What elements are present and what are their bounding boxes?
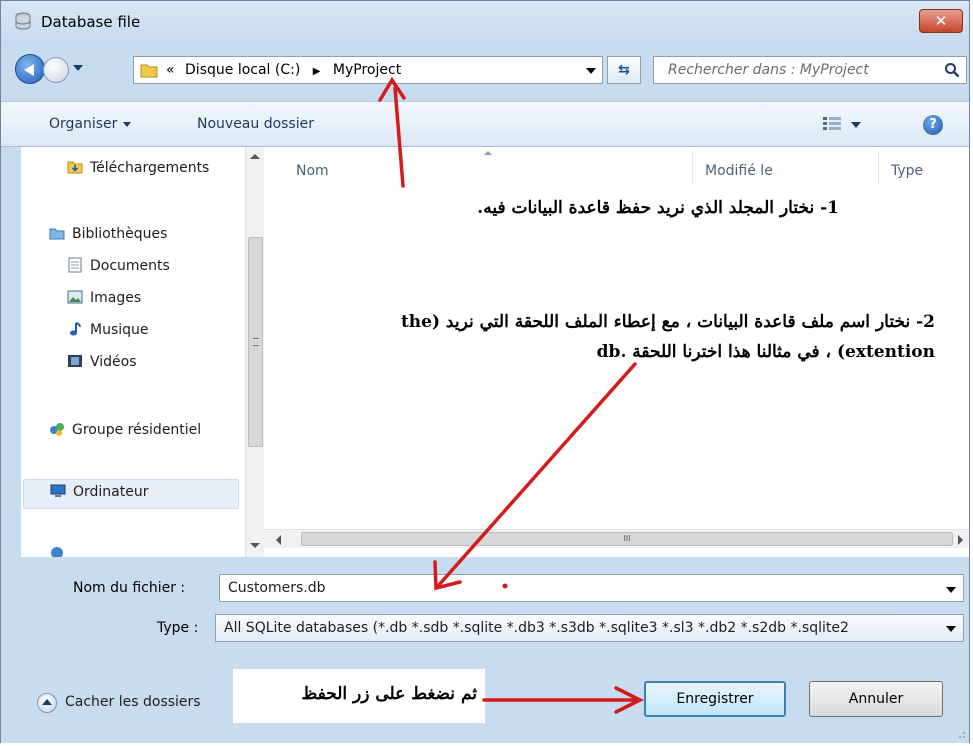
sidebar-item-label: Bibliothèques	[72, 226, 168, 242]
view-dropdown-icon[interactable]	[851, 122, 861, 128]
computer-icon	[50, 484, 66, 497]
column-divider[interactable]	[878, 151, 879, 185]
breadcrumb-item-drive[interactable]: Disque local (C:)	[185, 62, 300, 78]
dialog-footer: Cacher les dossiers ثم نضغط على زر الحفظ…	[1, 657, 969, 743]
filename-label: Nom du fichier :	[73, 580, 186, 596]
column-header-modified[interactable]: Modifié le	[705, 163, 773, 179]
documents-icon	[68, 257, 82, 273]
title-bar[interactable]: Database file ✕	[1, 1, 969, 47]
breadcrumb-prefix[interactable]: «	[166, 62, 175, 78]
filetype-dropdown-icon[interactable]	[946, 626, 956, 632]
sidebar-item-label: Ordinateur	[73, 484, 149, 500]
column-divider[interactable]	[692, 151, 693, 185]
filetype-label: Type :	[157, 620, 199, 636]
sidebar-item-label: Vidéos	[90, 354, 137, 370]
annotation-step1: 1- نختار المجلد الذي نريد حفظ قاعدة البي…	[389, 187, 851, 289]
filename-input[interactable]: Customers.db	[228, 580, 326, 596]
sidebar-item-music[interactable]: Musique	[67, 321, 149, 345]
search-box[interactable]: Rechercher dans : MyProject	[653, 56, 967, 84]
command-bar: Organiser Nouveau dossier ?	[1, 101, 969, 147]
column-header-type[interactable]: Type	[891, 163, 923, 179]
sidebar-item-images[interactable]: Images	[67, 289, 141, 313]
sidebar-item-label: Images	[90, 290, 142, 306]
annotation-step3: ثم نضغط على زر الحفظ	[233, 669, 485, 723]
folder-icon	[140, 64, 158, 78]
images-icon	[67, 290, 83, 304]
filename-dropdown-icon[interactable]	[946, 587, 956, 593]
scroll-right-icon[interactable]	[958, 535, 963, 545]
sidebar-item-label: Groupe résidentiel	[72, 422, 202, 438]
scrollbar-thumb[interactable]	[248, 237, 263, 447]
save-button[interactable]: Enregistrer	[644, 681, 786, 717]
music-icon	[70, 322, 81, 336]
nav-pane-scrollbar[interactable]	[245, 147, 264, 557]
column-header-name[interactable]: Nom	[296, 163, 329, 179]
back-arrow-icon[interactable]	[15, 54, 45, 84]
sidebar-item-label: Documents	[90, 258, 170, 274]
videos-icon	[68, 355, 82, 367]
file-form: Nom du fichier : Customers.db Type : All…	[1, 557, 969, 657]
chevron-down-icon	[123, 121, 132, 127]
navigation-pane: Téléchargements Bibliothèques Documents …	[21, 147, 264, 557]
downloads-folder-icon	[67, 161, 83, 174]
scrollbar-thumb[interactable]: III	[301, 532, 953, 546]
address-bar[interactable]: « Disque local (C:) ▶ MyProject	[133, 56, 603, 84]
save-dialog-window: Database file ✕ « Disque local (C:) ▶ My…	[0, 0, 970, 743]
homegroup-icon	[50, 423, 64, 436]
breadcrumb-item-folder[interactable]: MyProject	[333, 62, 401, 78]
scroll-left-icon[interactable]	[276, 535, 281, 545]
resize-grip-icon[interactable]	[956, 729, 966, 739]
annotation-step2-text: 2- نختار اسم ملف قاعدة البيانات ، مع إعط…	[400, 312, 935, 362]
sidebar-item-network-partial[interactable]	[49, 545, 72, 557]
annotation-step3-text: ثم نضغط على زر الحفظ	[301, 684, 477, 704]
hide-folders-button[interactable]: Cacher les dossiers	[65, 694, 201, 710]
breadcrumb: « Disque local (C:) ▶ MyProject	[166, 62, 401, 78]
sidebar-item-label: Téléchargements	[90, 160, 210, 176]
cancel-button[interactable]: Annuler	[809, 681, 943, 717]
sidebar-item-computer[interactable]: Ordinateur	[23, 479, 239, 509]
new-folder-button[interactable]: Nouveau dossier	[197, 116, 314, 132]
filename-field[interactable]: Customers.db	[219, 574, 964, 602]
annotation-step2: 2- نختار اسم ملف قاعدة البيانات ، مع إعط…	[289, 297, 949, 415]
search-icon[interactable]	[944, 62, 960, 78]
sidebar-item-documents[interactable]: Documents	[67, 257, 170, 281]
sidebar-item-downloads[interactable]: Téléchargements	[67, 159, 209, 183]
sidebar-item-libraries[interactable]: Bibliothèques	[49, 225, 167, 249]
search-input[interactable]: Rechercher dans : MyProject	[668, 62, 869, 78]
filetype-select[interactable]: All SQLite databases (*.db *.sdb *.sqlit…	[215, 614, 964, 642]
network-icon	[51, 547, 63, 557]
libraries-icon	[49, 228, 65, 240]
database-icon	[15, 12, 31, 30]
recent-locations-dropdown-icon[interactable]	[73, 65, 83, 71]
navigation-bar: « Disque local (C:) ▶ MyProject ⇆ Recher…	[1, 47, 969, 101]
breadcrumb-separator-icon[interactable]: ▶	[313, 66, 321, 77]
sort-indicator-icon	[484, 151, 492, 155]
help-icon[interactable]: ?	[923, 115, 943, 135]
file-list-horizontal-scrollbar[interactable]: III	[264, 529, 969, 548]
sidebar-item-label: Musique	[90, 322, 149, 338]
organize-menu-button[interactable]: Organiser	[49, 116, 132, 132]
filetype-selected-value: All SQLite databases (*.db *.sdb *.sqlit…	[224, 620, 849, 636]
scroll-up-icon[interactable]	[250, 154, 260, 159]
organize-label: Organiser	[49, 116, 118, 132]
refresh-button[interactable]: ⇆	[607, 56, 641, 84]
sidebar-item-videos[interactable]: Vidéos	[67, 353, 137, 377]
close-button[interactable]: ✕	[919, 9, 963, 33]
scroll-down-icon[interactable]	[250, 543, 260, 548]
annotation-step1-text: 1- نختار المجلد الذي نريد حفظ قاعدة البي…	[477, 198, 839, 218]
view-options-icon[interactable]	[823, 117, 841, 131]
collapse-folders-icon[interactable]	[37, 693, 57, 713]
address-dropdown-icon[interactable]	[586, 68, 596, 74]
window-title: Database file	[41, 13, 141, 31]
forward-arrow-icon[interactable]	[43, 57, 69, 83]
sidebar-item-homegroup[interactable]: Groupe résidentiel	[49, 421, 201, 445]
